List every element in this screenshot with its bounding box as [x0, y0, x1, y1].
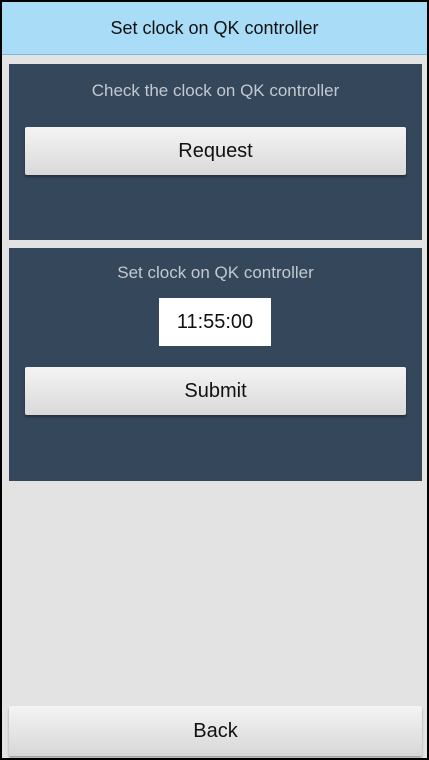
page-title: Set clock on QK controller [110, 17, 319, 38]
back-button[interactable]: Back [9, 706, 422, 756]
app-screen: Set clock on QK controller Check the clo… [2, 2, 427, 758]
check-clock-panel: Check the clock on QK controller Request [9, 64, 422, 240]
time-input[interactable]: 11:55:00 [159, 298, 271, 346]
set-clock-panel: Set clock on QK controller 11:55:00 Subm… [9, 248, 422, 481]
request-button-label: Request [178, 139, 253, 162]
title-bar: Set clock on QK controller [2, 2, 427, 55]
back-button-label: Back [193, 719, 238, 742]
request-button[interactable]: Request [25, 127, 406, 175]
set-clock-caption: Set clock on QK controller [117, 263, 314, 282]
submit-button-label: Submit [184, 379, 247, 402]
check-clock-caption: Check the clock on QK controller [91, 81, 340, 100]
submit-button[interactable]: Submit [25, 367, 406, 415]
